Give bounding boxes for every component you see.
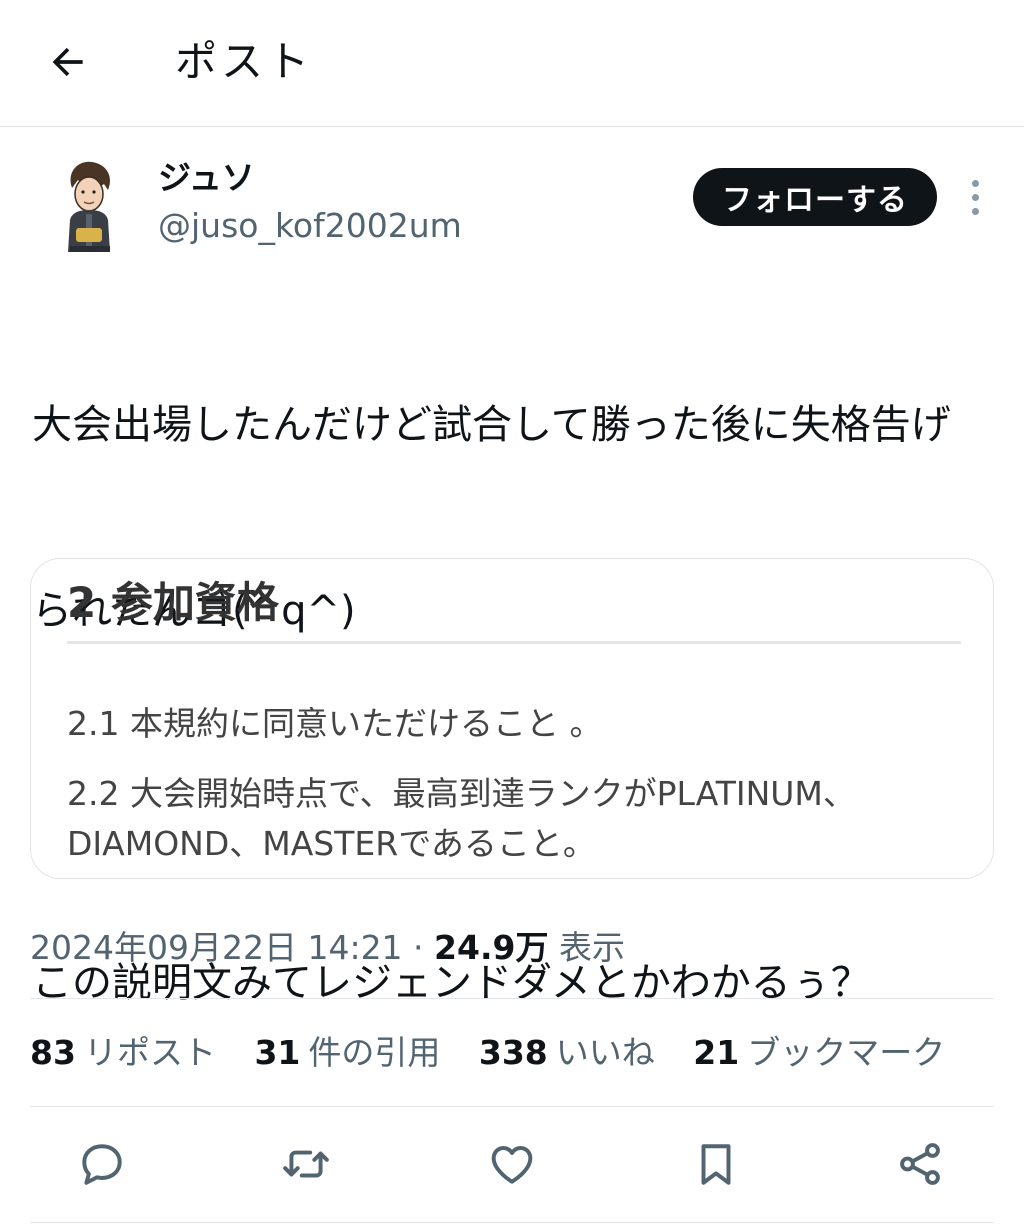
bookmark-icon[interactable] (688, 1136, 744, 1192)
tweet-meta: 2024年09月22日 14:21 · 24.9万 表示 (30, 924, 625, 972)
rule-item: 2.1 本規約に同意いただけること 。 (67, 704, 603, 743)
stat-reposts[interactable]: 83 リポスト (30, 1033, 216, 1072)
top-bar: ポスト (0, 0, 1024, 127)
display-name[interactable]: ジュソ (158, 156, 255, 200)
user-handle[interactable]: @juso_kof2002um (158, 204, 462, 248)
stat-bookmarks[interactable]: 21 ブックマーク (693, 1033, 945, 1072)
divider (30, 1106, 994, 1107)
more-vertical-icon[interactable] (960, 174, 990, 220)
back-arrow-icon[interactable] (44, 38, 92, 86)
tweet-line: 大会出場したんだけど試合して勝った後に失格告げ (32, 402, 951, 448)
follow-button[interactable]: フォローする (693, 168, 937, 226)
divider (30, 1222, 994, 1223)
stat-count: 21 (693, 1033, 740, 1072)
dot (971, 193, 979, 201)
action-bar (0, 1136, 1024, 1196)
timestamp[interactable]: 2024年09月22日 14:21 (30, 928, 403, 967)
stat-quotes[interactable]: 31 件の引用 (254, 1033, 440, 1072)
stat-count: 31 (254, 1033, 301, 1072)
page-title: ポスト (175, 37, 314, 86)
heart-icon[interactable] (484, 1136, 540, 1192)
views-label: 表示 (548, 928, 625, 967)
attached-image-card[interactable]: 2 参加資格 2.1 本規約に同意いただけること 。 2.2 大会開始時点で、最… (30, 558, 994, 879)
stat-label: ブックマーク (747, 1033, 946, 1072)
meta-separator: · (402, 928, 435, 967)
card-heading: 2 参加資格 (67, 578, 279, 627)
stat-likes[interactable]: 338 いいね (479, 1033, 655, 1072)
stat-count: 83 (30, 1033, 76, 1072)
stat-label: いいね (555, 1033, 655, 1072)
repost-icon[interactable] (278, 1136, 334, 1192)
stat-label: リポスト (83, 1033, 216, 1072)
reply-icon[interactable] (74, 1136, 130, 1192)
card-divider (67, 641, 961, 644)
dot (971, 179, 979, 187)
views-count: 24.9万 (434, 928, 549, 967)
divider (30, 998, 994, 999)
stat-label: 件の引用 (308, 1033, 441, 1072)
engagement-stats: 83 リポスト 31 件の引用 338 いいね 21 ブックマーク (30, 1028, 973, 1078)
avatar[interactable] (58, 158, 118, 254)
stat-count: 338 (478, 1033, 548, 1072)
rule-item: 2.2 大会開始時点で、最高到達ランクがPLATINUM、DIAMOND、MAS… (67, 774, 856, 863)
dot (971, 207, 979, 215)
share-icon[interactable] (892, 1136, 948, 1192)
